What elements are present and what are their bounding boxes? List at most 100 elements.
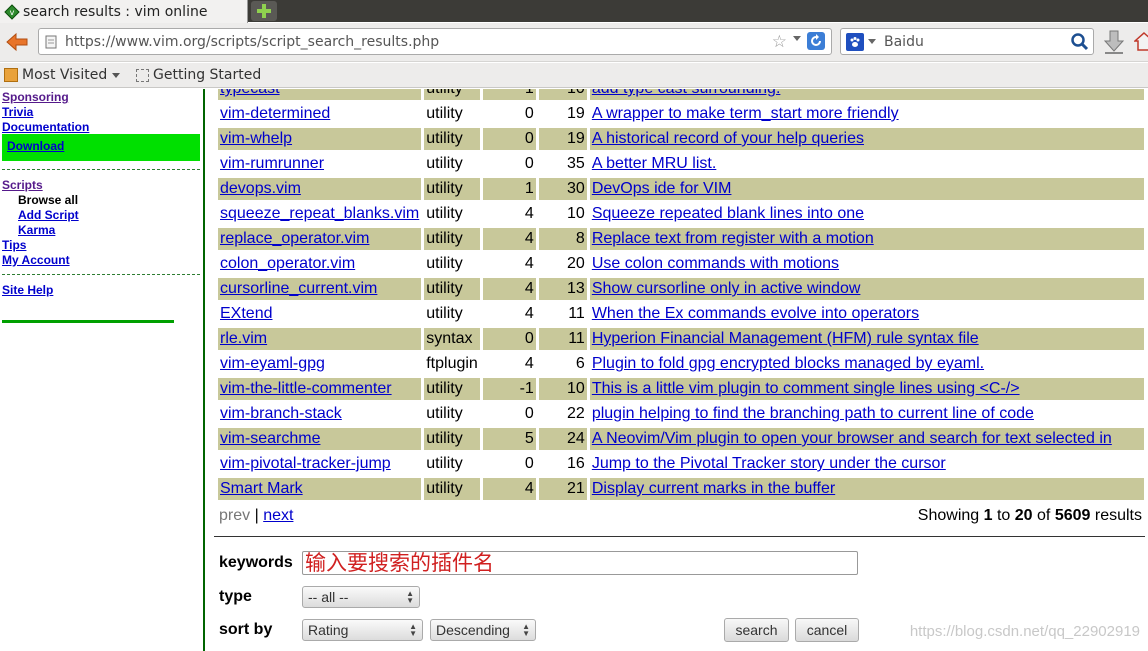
- url-bar[interactable]: https://www.vim.org/scripts/script_searc…: [38, 28, 832, 55]
- bookmark-getting-started[interactable]: Getting Started: [136, 67, 261, 83]
- table-cell: utility: [424, 278, 480, 300]
- tab-active[interactable]: v search results : vim online: [0, 0, 248, 23]
- script-summary-link[interactable]: Show cursorline only in active window: [592, 280, 861, 297]
- sidebar-link-add-script[interactable]: Add Script: [18, 208, 79, 222]
- script-name-link[interactable]: cursorline_current.vim: [220, 280, 377, 297]
- back-button[interactable]: [2, 28, 32, 56]
- table-cell: 11: [538, 328, 587, 350]
- script-summary-link[interactable]: plugin helping to find the branching pat…: [592, 405, 1034, 422]
- table-cell: 0: [482, 153, 536, 175]
- script-type: utility: [426, 455, 463, 472]
- sort-select-value: Rating: [308, 622, 349, 638]
- table-row: vim-determined utility 0 19 A wrapper to mak…: [218, 103, 1144, 125]
- script-summary-link[interactable]: This is a little vim plugin to comment s…: [592, 380, 1020, 397]
- home-button[interactable]: [1133, 30, 1148, 54]
- url-history-dropdown-icon[interactable]: [793, 36, 801, 41]
- sidebar-link-karma[interactable]: Karma: [18, 223, 55, 237]
- script-type: utility: [426, 230, 463, 247]
- keywords-input[interactable]: 输入要搜索的插件名: [302, 551, 858, 575]
- script-name-link[interactable]: typecast: [220, 89, 280, 97]
- reload-icon[interactable]: [807, 32, 825, 50]
- script-summary-link[interactable]: Display current marks in the buffer: [592, 480, 835, 497]
- script-summary-link[interactable]: A Neovim/Vim plugin to open your browser…: [592, 430, 1112, 447]
- script-type: utility: [426, 180, 463, 197]
- script-summary-link[interactable]: add type cast surrounding.: [592, 89, 781, 97]
- script-name-link[interactable]: replace_operator.vim: [220, 230, 369, 247]
- script-name-link[interactable]: colon_operator.vim: [220, 255, 355, 272]
- script-summary-link[interactable]: Jump to the Pivotal Tracker story under …: [592, 455, 946, 472]
- script-name-link[interactable]: squeeze_repeat_blanks.vim: [220, 205, 419, 222]
- script-summary-link[interactable]: DevOps ide for VIM: [592, 180, 732, 197]
- script-summary-link[interactable]: A wrapper to make term_start more friend…: [592, 105, 899, 122]
- type-select-value: -- all --: [308, 589, 349, 605]
- svg-text:v: v: [10, 8, 15, 17]
- script-summary-link[interactable]: Hyperion Financial Management (HFM) rule…: [592, 330, 979, 347]
- script-name-link[interactable]: vim-determined: [220, 105, 330, 122]
- script-name-link[interactable]: vim-searchme: [220, 430, 320, 447]
- search-icon[interactable]: [1070, 32, 1089, 51]
- table-row: replace_operator.vim utility 4 8 Replace tex…: [218, 228, 1144, 250]
- sidebar-link-site-help[interactable]: Site Help: [2, 283, 53, 297]
- script-summary-link[interactable]: When the Ex commands evolve into operato…: [592, 305, 919, 322]
- table-cell: utility: [424, 153, 480, 175]
- script-summary-link[interactable]: Plugin to fold gpg encrypted blocks mana…: [592, 355, 984, 372]
- table-cell: Smart Mark: [218, 478, 422, 500]
- sidebar-link-sponsoring[interactable]: Sponsoring: [2, 90, 69, 104]
- baidu-engine-icon[interactable]: [846, 32, 864, 51]
- script-name-link[interactable]: vim-eyaml-gpg: [220, 355, 325, 372]
- script-name-link[interactable]: vim-the-little-commenter: [220, 380, 392, 397]
- table-row: colon_operator.vim utility 4 20 Use colon co…: [218, 253, 1144, 275]
- table-cell: rle.vim: [218, 328, 422, 350]
- order-select-value: Descending: [436, 622, 510, 638]
- table-row: vim-the-little-commenter utility -1 10 This …: [218, 378, 1144, 400]
- script-name-link[interactable]: rle.vim: [220, 330, 267, 347]
- script-name-link[interactable]: devops.vim: [220, 180, 301, 197]
- table-cell: utility: [424, 89, 480, 100]
- script-downloads: 11: [568, 330, 585, 347]
- bookmark-star-icon[interactable]: ☆: [772, 32, 787, 52]
- table-cell: typecast: [218, 89, 422, 100]
- type-select[interactable]: -- all -- ▲ ▼: [302, 586, 420, 608]
- cancel-button[interactable]: cancel: [795, 618, 859, 642]
- script-rating: 4: [524, 255, 534, 272]
- url-text[interactable]: https://www.vim.org/scripts/script_searc…: [65, 34, 831, 50]
- page-info-icon[interactable]: [45, 35, 57, 49]
- script-summary-link[interactable]: Replace text from register with a motion: [592, 230, 874, 247]
- script-name-link[interactable]: vim-whelp: [220, 130, 292, 147]
- script-summary-link[interactable]: A better MRU list.: [592, 155, 716, 172]
- search-bar[interactable]: Baidu: [840, 28, 1094, 55]
- plus-icon: [257, 4, 271, 18]
- table-cell: utility: [424, 103, 480, 125]
- order-select[interactable]: Descending ▲ ▼: [430, 619, 536, 641]
- range-from: 1: [983, 507, 993, 524]
- script-summary-link[interactable]: Squeeze repeated blank lines into one: [592, 205, 864, 222]
- table-row: vim-pivotal-tracker-jump utility 0 16 Jump t…: [218, 453, 1144, 475]
- script-rating: 4: [524, 280, 534, 297]
- script-name-link[interactable]: vim-branch-stack: [220, 405, 342, 422]
- script-type: utility: [426, 305, 463, 322]
- script-downloads: 35: [567, 155, 585, 172]
- script-summary-link[interactable]: Use colon commands with motions: [592, 255, 839, 272]
- sidebar-link-documentation[interactable]: Documentation: [2, 120, 89, 134]
- downloads-button[interactable]: [1102, 29, 1126, 55]
- script-summary-link[interactable]: A historical record of your help queries: [592, 130, 864, 147]
- table-cell: squeeze_repeat_blanks.vim: [218, 203, 422, 225]
- new-tab-button[interactable]: [251, 1, 277, 21]
- search-button[interactable]: search: [724, 618, 789, 642]
- sort-select[interactable]: Rating ▲ ▼: [302, 619, 423, 641]
- script-name-link[interactable]: Smart Mark: [220, 480, 303, 497]
- table-row: vim-eyaml-gpg ftplugin 4 6 Plugin to fold gp…: [218, 353, 1144, 375]
- sidebar-link-download[interactable]: Download: [7, 139, 64, 153]
- next-link[interactable]: next: [263, 507, 293, 524]
- script-name-link[interactable]: vim-pivotal-tracker-jump: [220, 455, 391, 472]
- sidebar-link-trivia[interactable]: Trivia: [2, 105, 33, 119]
- sidebar-link-my-account[interactable]: My Account: [2, 253, 70, 267]
- sidebar-link-tips[interactable]: Tips: [2, 238, 26, 252]
- script-downloads: 30: [567, 180, 585, 197]
- total-count: 5609: [1054, 507, 1091, 524]
- script-name-link[interactable]: vim-rumrunner: [220, 155, 324, 172]
- sidebar-link-scripts[interactable]: Scripts: [2, 178, 43, 192]
- engine-dropdown-icon[interactable]: [868, 39, 876, 44]
- script-name-link[interactable]: EXtend: [220, 305, 272, 322]
- bookmark-most-visited[interactable]: Most Visited: [4, 67, 121, 83]
